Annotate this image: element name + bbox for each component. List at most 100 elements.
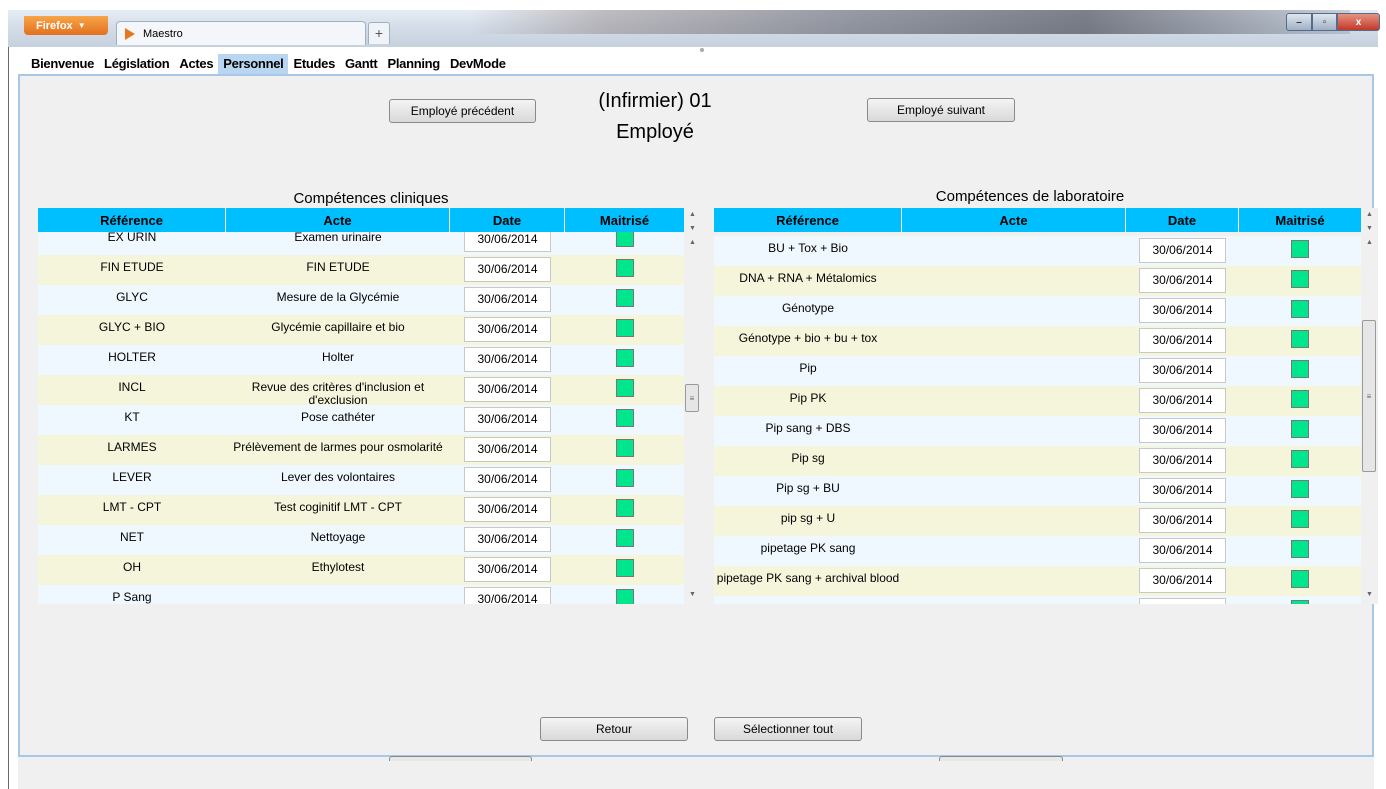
maitrise-checkbox[interactable] [615, 559, 634, 577]
date-field[interactable]: 30/06/2014 [464, 437, 551, 462]
date-field[interactable]: 30/06/2014 [1139, 538, 1226, 563]
scroll-down-icon[interactable]: ▼ [684, 222, 701, 236]
scroll-up-icon[interactable]: ▲ [684, 236, 701, 250]
menu-item-bienvenue[interactable]: Bienvenue [26, 54, 99, 74]
scroll-down-icon[interactable]: ▼ [684, 588, 701, 602]
date-field[interactable]: 30/06/2014 [1139, 358, 1226, 383]
date-field[interactable]: 30/06/2014 [1139, 328, 1226, 353]
menu-item-devmode[interactable]: DevMode [445, 54, 511, 74]
firefox-menu-button[interactable]: Firefox ▼ [24, 16, 108, 35]
scroll-up-icon[interactable]: ▲ [1361, 208, 1378, 222]
date-field[interactable]: 30/06/2014 [1139, 238, 1226, 263]
date-field[interactable]: 30/06/2014 [464, 257, 551, 282]
lab-scrollbar[interactable]: ▲ ▼ ▲ ≡ ▼ [1361, 208, 1378, 604]
table-row[interactable]: KT Pose cathéter 30/06/2014 [38, 405, 684, 435]
clinical-scroll-thumb[interactable]: ≡ [685, 384, 699, 412]
maitrise-checkbox[interactable] [1291, 510, 1309, 528]
table-row[interactable]: pipetage PK sang 30/06/2014 [714, 536, 1361, 566]
date-field[interactable]: 30/06/2014 [464, 467, 551, 492]
menu-item-etudes[interactable]: Etudes [288, 54, 340, 74]
date-field[interactable]: 30/06/2014 [464, 557, 551, 582]
maitrise-checkbox[interactable] [615, 259, 634, 277]
column-header-date[interactable]: Date [450, 208, 565, 232]
maitrise-checkbox[interactable] [615, 589, 634, 604]
date-field[interactable]: 30/06/2014 [464, 587, 551, 604]
maitrise-checkbox[interactable] [1291, 270, 1309, 288]
date-field[interactable]: 30/06/2014 [464, 232, 551, 252]
date-field[interactable]: 30/06/2014 [464, 317, 551, 342]
maitrise-checkbox[interactable] [615, 469, 634, 487]
column-header-maitrise[interactable]: Maitrisé [565, 208, 684, 232]
maximize-button[interactable]: ▫ [1312, 13, 1337, 31]
maitrise-checkbox[interactable] [1291, 450, 1309, 468]
table-row[interactable]: GLYC Mesure de la Glycémie 30/06/2014 [38, 285, 684, 315]
scroll-down-icon[interactable]: ▼ [1361, 222, 1378, 236]
table-row[interactable]: DNA + RNA + Métalomics 30/06/2014 [714, 266, 1361, 296]
table-row[interactable]: OH Ethylotest 30/06/2014 [38, 555, 684, 585]
maitrise-checkbox[interactable] [1291, 570, 1309, 588]
date-field[interactable]: 30/06/2014 [1139, 268, 1226, 293]
column-header-reference[interactable]: Référence [714, 208, 902, 232]
column-header-acte[interactable]: Acte [226, 208, 450, 232]
date-field[interactable]: 30/06/2014 [464, 407, 551, 432]
date-field[interactable]: 30/06/2014 [464, 527, 551, 552]
table-row[interactable]: NET Nettoyage 30/06/2014 [38, 525, 684, 555]
table-row[interactable]: EX URIN Examen urinaire 30/06/2014 [38, 232, 684, 255]
table-row[interactable]: P Sang 30/06/2014 [38, 585, 684, 604]
minimize-button[interactable]: – [1286, 13, 1312, 31]
close-button[interactable]: x [1337, 13, 1380, 31]
maitrise-checkbox[interactable] [1291, 330, 1309, 348]
menu-item-legislation[interactable]: Législation [99, 54, 174, 74]
lab-scroll-thumb[interactable]: ≡ [1362, 320, 1376, 472]
maitrise-checkbox[interactable] [615, 349, 634, 367]
table-row[interactable]: LMT - CPT Test coginitif LMT - CPT 30/06/2… [38, 495, 684, 525]
table-row[interactable]: Pip sg + BU 30/06/2014 [714, 476, 1361, 506]
date-field[interactable]: 30/06/2014 [1139, 418, 1226, 443]
maitrise-checkbox[interactable] [1291, 480, 1309, 498]
maitrise-checkbox[interactable] [1291, 360, 1309, 378]
table-row[interactable]: Pip 30/06/2014 [714, 356, 1361, 386]
table-row[interactable]: INCL Revue des critères d'inclusion et d'… [38, 375, 684, 407]
select-all-button[interactable]: Sélectionner tout [714, 717, 862, 741]
table-row[interactable]: FIN ETUDE FIN ETUDE 30/06/2014 [38, 255, 684, 285]
date-field[interactable]: 30/06/2014 [1139, 568, 1226, 593]
menu-item-personnel[interactable]: Personnel [218, 54, 289, 74]
maitrise-checkbox[interactable] [615, 409, 634, 427]
date-field[interactable]: 30/06/2014 [1139, 478, 1226, 503]
menu-item-gantt[interactable]: Gantt [340, 54, 382, 74]
maitrise-checkbox[interactable] [1291, 540, 1309, 558]
maitrise-checkbox[interactable] [615, 289, 634, 307]
maitrise-checkbox[interactable] [615, 232, 634, 247]
table-row[interactable]: pipetage PK sang + archival blood 30/06/2… [714, 566, 1361, 596]
column-header-reference[interactable]: Référence [38, 208, 226, 232]
scroll-down-icon[interactable]: ▼ [1361, 588, 1378, 602]
table-row[interactable]: Génotype 30/06/2014 [714, 296, 1361, 326]
table-row[interactable]: Pip PK 30/06/2014 [714, 386, 1361, 416]
maitrise-checkbox[interactable] [615, 319, 634, 337]
maitrise-checkbox[interactable] [1291, 600, 1309, 604]
date-field[interactable]: 30/06/2014 [464, 377, 551, 402]
table-row[interactable]: Pip sang + DBS 30/06/2014 [714, 416, 1361, 446]
date-field[interactable]: 30/06/2014 [1139, 388, 1226, 413]
maitrise-checkbox[interactable] [615, 439, 634, 457]
maitrise-checkbox[interactable] [615, 379, 634, 397]
table-row[interactable]: BU + Tox + Bio 30/06/2014 [714, 236, 1361, 266]
table-row[interactable]: pip sg + U 30/06/2014 [714, 506, 1361, 536]
menu-item-planning[interactable]: Planning [382, 54, 445, 74]
column-header-maitrise[interactable]: Maitrisé [1239, 208, 1361, 232]
maitrise-checkbox[interactable] [1291, 300, 1309, 318]
previous-employee-button[interactable]: Employé précédent [389, 99, 536, 123]
maitrise-checkbox[interactable] [615, 499, 634, 517]
table-row[interactable]: HOLTER Holter 30/06/2014 [38, 345, 684, 375]
table-row[interactable]: LARMES Prélèvement de larmes pour osmolar… [38, 435, 684, 465]
date-field[interactable]: 30/06/2014 [1139, 298, 1226, 323]
column-header-acte[interactable]: Acte [902, 208, 1126, 232]
table-row[interactable]: Génotype + bio + bu + tox 30/06/2014 [714, 326, 1361, 356]
date-field[interactable]: 30/06/2014 [464, 497, 551, 522]
date-field[interactable]: 30/06/2014 [464, 347, 551, 372]
maitrise-checkbox[interactable] [1291, 390, 1309, 408]
table-row[interactable]: GLYC + BIO Glycémie capillaire et bio 30/0… [38, 315, 684, 345]
maitrise-checkbox[interactable] [1291, 420, 1309, 438]
back-button[interactable]: Retour [540, 717, 688, 741]
date-field[interactable]: 30/06/2014 [464, 287, 551, 312]
